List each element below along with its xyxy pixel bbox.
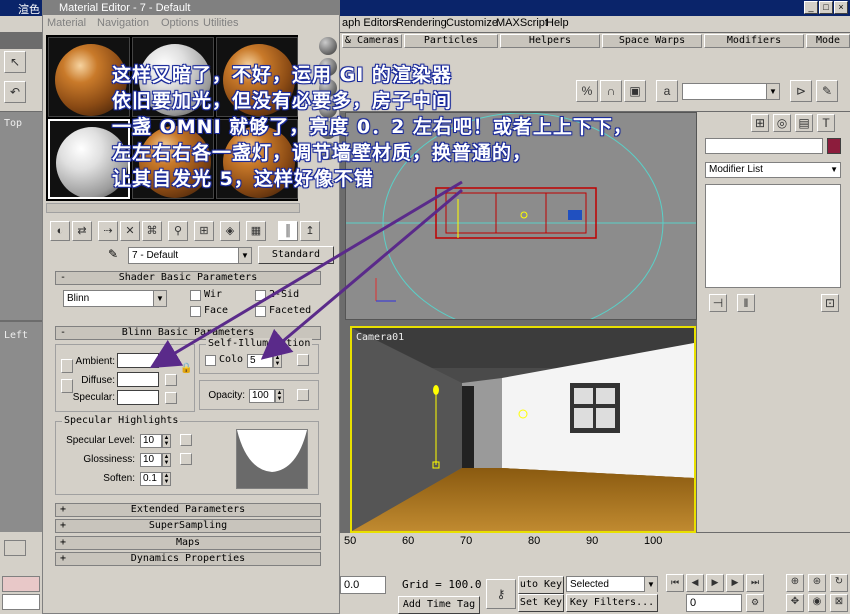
annotation-line: 依旧要加光，但没有必要多，房子中间 [112,90,453,112]
annotation-line: 左左右右各一盏灯，调节墙壁材质，换普通的， [112,142,533,164]
annotation-line: 这样又暗了，不好，运用 GI 的渲染器 [112,64,452,86]
annotation-line: 让其自发光 5，这样好像不错 [112,168,374,190]
annotation-line: 一盏 OMNI 就够了，亮度 0．2 左右吧！或者上上下下， [112,116,633,138]
arrow-to-diffuse [149,180,463,369]
arrow-to-self-illum [260,188,463,360]
